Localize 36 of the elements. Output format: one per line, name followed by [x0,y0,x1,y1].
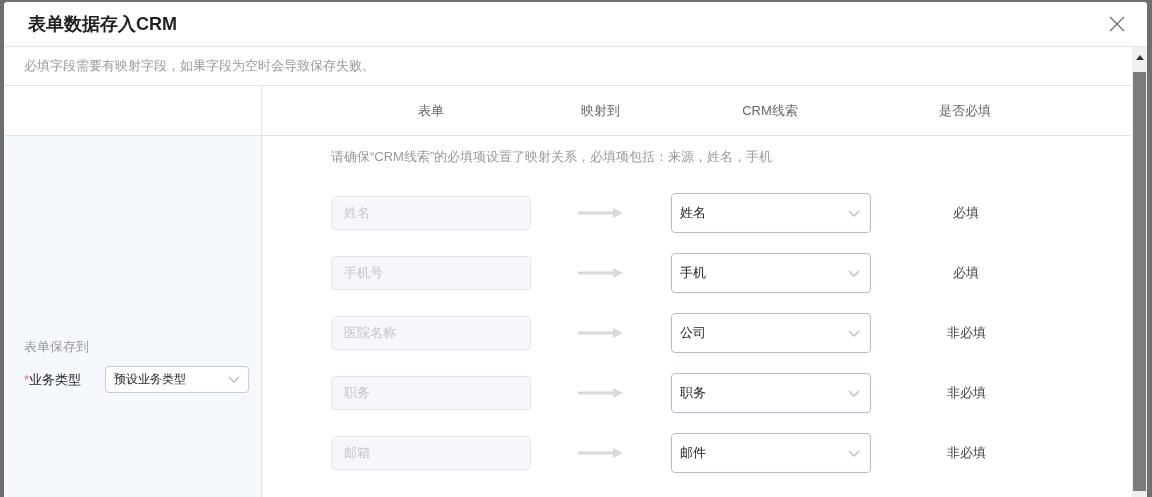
crm-field-select[interactable]: 手机 [671,253,871,293]
right-arrow-icon [578,388,623,398]
chevron-down-icon [848,389,860,397]
required-status: 必填 [952,264,980,282]
chevron-down-icon [848,209,860,217]
scroll-up-icon [1135,55,1144,60]
right-arrow-icon [578,448,623,458]
right-arrow-icon [578,268,623,278]
column-header: 表单 [417,101,445,120]
business-type-select[interactable]: 预设业务类型 [105,366,249,393]
hint-text: 请确保“CRM线索”的必填项设置了映射关系，必填项包括：来源，姓名，手机 [331,148,774,166]
column-header: CRM线索 [741,101,799,120]
crm-field-select[interactable]: 邮件 [671,433,871,473]
chevron-down-icon [848,269,860,277]
chevron-down-icon [848,449,860,457]
crm-field-select[interactable]: 姓名 [671,193,871,233]
required-status: 非必填 [945,324,987,342]
close-icon [1109,16,1125,32]
scrollbar[interactable] [1132,47,1147,497]
close-button[interactable] [1109,16,1125,32]
chevron-down-icon [848,329,860,337]
required-status: 必填 [952,204,980,222]
chevron-down-icon [228,376,240,383]
crm-field-select[interactable]: 职务 [671,373,871,413]
right-arrow-icon [578,208,623,218]
right-arrow-icon [578,328,623,338]
dialog-title: 表单数据存入CRM [28,13,177,36]
scrollbar-thumb[interactable] [1133,72,1146,491]
crm-field-select[interactable]: 公司 [671,313,871,353]
notice-text: 必填字段需要有映射字段，如果字段为空时会导致保存失败。 [24,57,375,75]
required-status: 非必填 [945,384,987,402]
section-label: 表单保存到 [24,338,90,356]
required-status: 非必填 [945,444,987,462]
column-header: 是否必填 [938,101,992,120]
column-header: 映射到 [579,101,621,120]
field-label: *业务类型 [24,370,83,389]
